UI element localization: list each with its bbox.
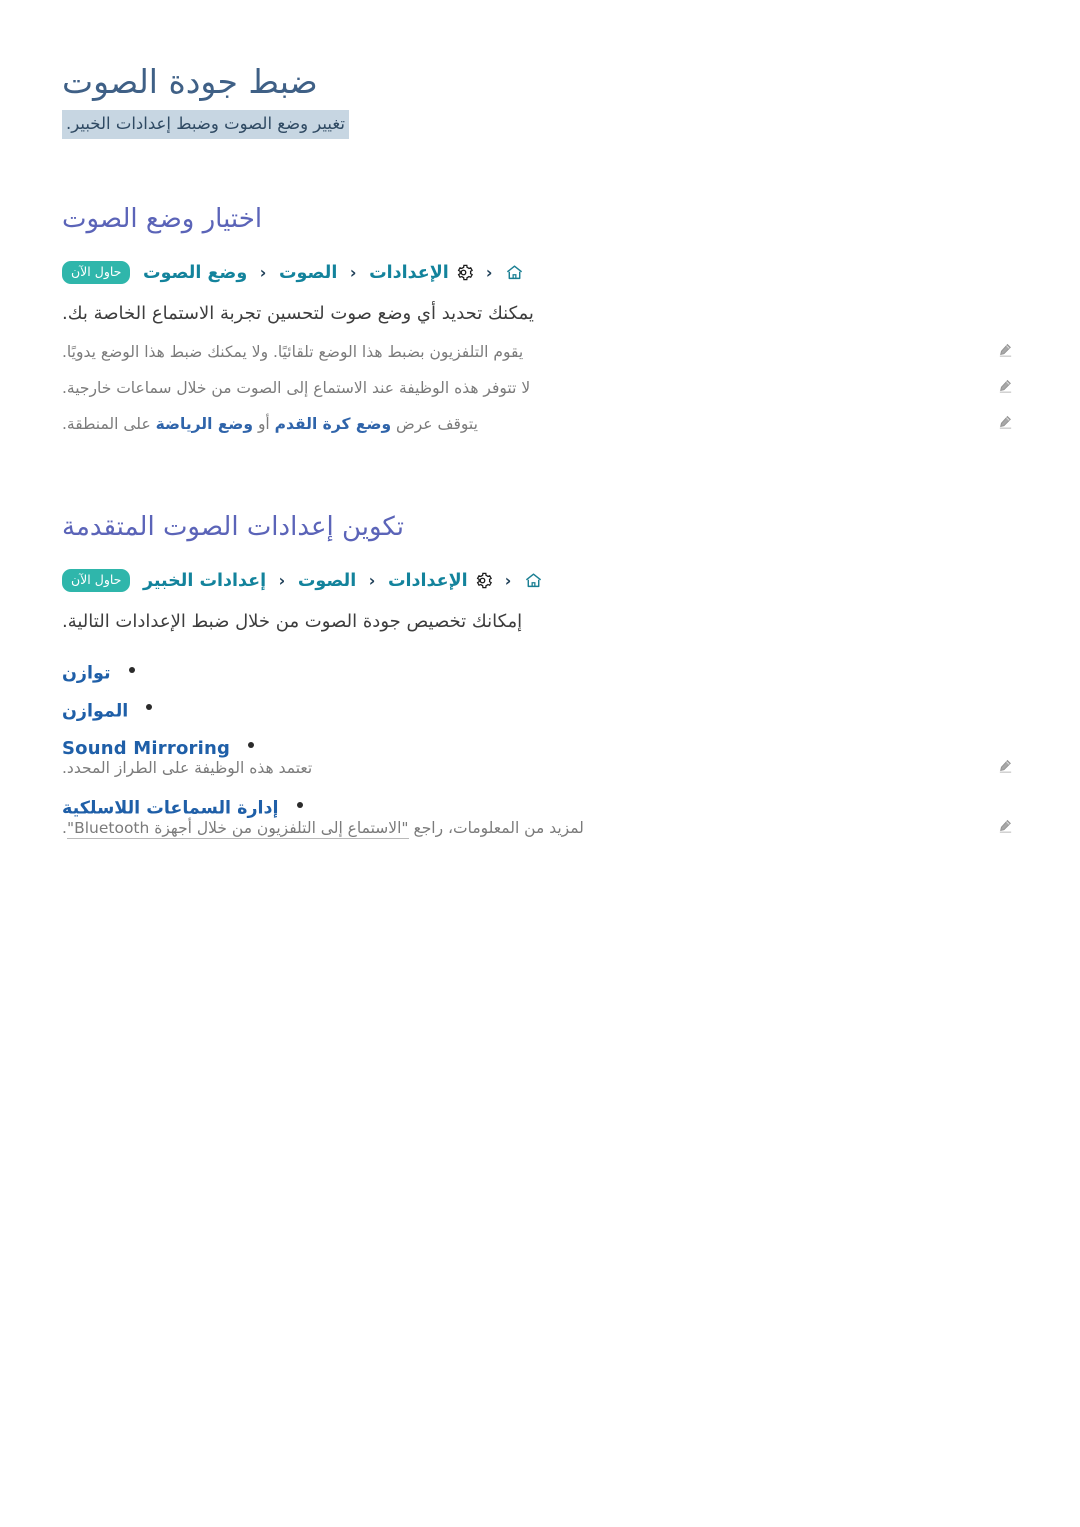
list-item: توازن <box>62 663 1018 684</box>
list-item: Sound Mirroring تعتمد هذه الوظيفة على ال… <box>62 738 1018 781</box>
note-item: يتوقف عرض وضع كرة القدم أو وضع الرياضة ع… <box>62 411 1018 437</box>
pencil-icon <box>992 755 1018 775</box>
bullet-dot-icon <box>128 666 135 673</box>
path-separator: ‹ <box>278 571 286 590</box>
pencil-icon <box>992 339 1018 359</box>
note-text: يتوقف عرض وضع كرة القدم أو وضع الرياضة ع… <box>62 411 992 437</box>
try-now-badge[interactable]: حاول الآن <box>62 568 131 592</box>
note-item: تعتمد هذه الوظيفة على الطراز المحدد. <box>62 755 1018 781</box>
note-part: يتوقف عرض <box>391 415 478 433</box>
path-separator: ‹ <box>485 263 493 282</box>
bullet-dot-icon <box>296 801 303 808</box>
note-highlight-sports-mode[interactable]: وضع الرياضة <box>156 415 253 433</box>
section-body-sound-mode: يمكنك تحديد أي وضع صوت لتحسين تجربة الاس… <box>62 303 534 324</box>
note-part: يقوم التلفزيون بضبط هذا الوضع تلقائيًا. … <box>62 343 524 361</box>
list-item: الموازن <box>62 701 1018 721</box>
section-heading-sound-mode: اختيار وضع الصوت <box>62 204 263 234</box>
path-separator: ‹ <box>259 263 267 282</box>
path-segment-sound[interactable]: الصوت <box>279 263 337 283</box>
note-item: لمزيد من المعلومات، راجع "الاستماع إلى ا… <box>62 815 1018 841</box>
cross-reference-link[interactable]: "الاستماع إلى التلفزيون من خلال أجهزة Bl… <box>66 818 409 839</box>
home-icon[interactable] <box>524 571 543 590</box>
note-part: على المنطقة. <box>62 415 156 433</box>
settings-list: توازن الموازن Sound Mirroring تعتمد هذه … <box>62 663 1018 841</box>
document-page: ضبط جودة الصوت تغيير وضع الصوت وضبط إعدا… <box>0 0 1080 1527</box>
page-subtitle-wrap: تغيير وضع الصوت وضبط إعدادات الخبير. <box>62 110 1018 139</box>
path-separator: ‹ <box>368 571 376 590</box>
note-text: يقوم التلفزيون بضبط هذا الوضع تلقائيًا. … <box>62 339 992 365</box>
section-body-advanced-sound: إمكانك تخصيص جودة الصوت من خلال ضبط الإع… <box>62 611 523 632</box>
page-title: ضبط جودة الصوت <box>62 62 318 101</box>
note-text: لمزيد من المعلومات، راجع "الاستماع إلى ا… <box>62 815 992 841</box>
path-segment-settings[interactable]: الإعدادات <box>388 571 468 591</box>
path-segment-expert-settings[interactable]: إعدادات الخبير <box>143 571 266 591</box>
menu-path-expert-settings: ‹ الإعدادات ‹ الصوت ‹ إعدادات الخبير حاو… <box>62 567 1018 595</box>
path-segment-settings[interactable]: الإعدادات <box>369 263 449 283</box>
note-part: تعتمد هذه الوظيفة على الطراز المحدد. <box>62 759 313 777</box>
note-highlight-football-mode[interactable]: وضع كرة القدم <box>275 415 391 433</box>
bullet-dot-icon <box>146 704 153 710</box>
pencil-icon <box>992 375 1018 395</box>
list-item-label-balance[interactable]: توازن <box>62 664 111 684</box>
note-text: تعتمد هذه الوظيفة على الطراز المحدد. <box>62 755 992 781</box>
path-separator: ‹ <box>504 571 512 590</box>
note-item: لا تتوفر هذه الوظيفة عند الاستماع إلى ال… <box>62 375 1018 401</box>
note-text: لا تتوفر هذه الوظيفة عند الاستماع إلى ال… <box>62 375 992 401</box>
section-heading-advanced-sound: تكوين إعدادات الصوت المتقدمة <box>62 512 405 542</box>
try-now-badge[interactable]: حاول الآن <box>62 260 131 284</box>
path-separator: ‹ <box>349 263 357 282</box>
pencil-icon <box>992 411 1018 431</box>
pencil-icon <box>992 815 1018 835</box>
bullet-dot-icon <box>248 741 255 748</box>
note-part: أو <box>253 415 275 433</box>
list-item-label-equalizer[interactable]: الموازن <box>62 701 128 721</box>
gear-icon[interactable] <box>454 263 474 282</box>
note-part: لا تتوفر هذه الوظيفة عند الاستماع إلى ال… <box>62 379 531 397</box>
path-segment-sound[interactable]: الصوت <box>298 571 356 591</box>
note-part: لمزيد من المعلومات، راجع <box>408 818 584 837</box>
path-segment-sound-mode[interactable]: وضع الصوت <box>143 263 247 283</box>
home-icon[interactable] <box>505 263 524 282</box>
page-subtitle: تغيير وضع الصوت وضبط إعدادات الخبير. <box>62 110 349 139</box>
list-item: إدارة السماعات اللاسلكية لمزيد من المعلو… <box>62 798 1018 841</box>
menu-path-sound-mode: ‹ الإعدادات ‹ الصوت ‹ وضع الصوت حاول الآ… <box>62 259 1018 287</box>
gear-icon[interactable] <box>473 571 493 590</box>
note-item: يقوم التلفزيون بضبط هذا الوضع تلقائيًا. … <box>62 339 1018 365</box>
